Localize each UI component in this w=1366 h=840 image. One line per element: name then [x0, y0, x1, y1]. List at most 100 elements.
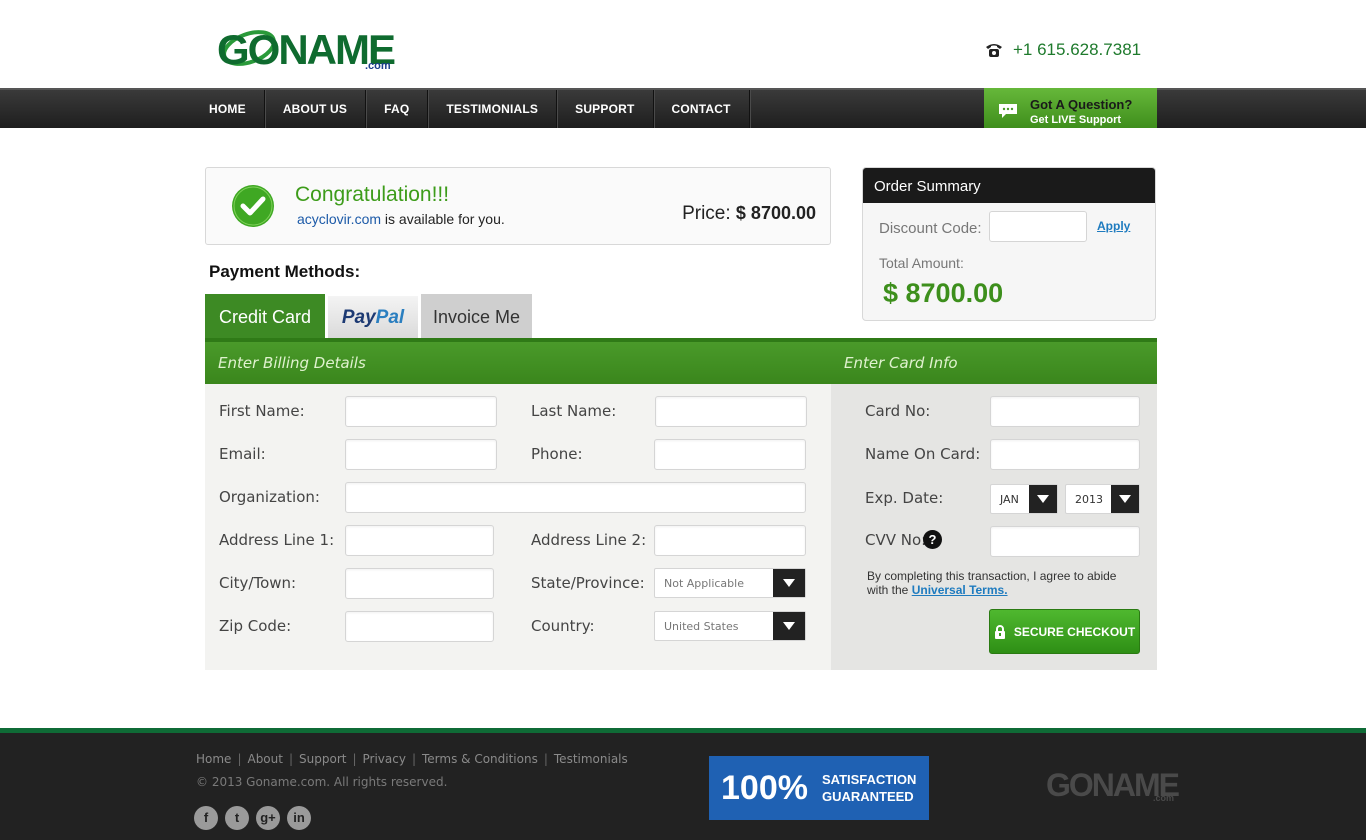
footer-link-home[interactable]: Home — [196, 752, 231, 766]
help-icon[interactable]: ? — [923, 530, 942, 549]
total-amount-value: $ 8700.00 — [883, 278, 1004, 308]
price: Price: $ 8700.00 — [682, 203, 816, 225]
satisfaction-badge: 100% SATISFACTION GUARANTEED — [709, 756, 929, 820]
country-select[interactable]: United States — [654, 611, 806, 641]
exp-year-select[interactable]: 2013 — [1065, 484, 1140, 514]
payment-methods-title: Payment Methods: — [209, 262, 361, 281]
facebook-icon[interactable]: f — [194, 806, 218, 830]
universal-terms-link[interactable]: Universal Terms. — [912, 583, 1008, 597]
country-selected-value: United States — [664, 620, 739, 633]
badge-text: SATISFACTION GUARANTEED — [821, 772, 917, 804]
logo[interactable]: GONAME .com — [217, 20, 402, 75]
secure-checkout-label: SECURE CHECKOUT — [1013, 624, 1136, 639]
chevron-down-icon — [773, 569, 805, 597]
state-select[interactable]: Not Applicable — [654, 568, 806, 598]
exp-date-label: Exp. Date: — [865, 489, 944, 507]
discount-code-label: Discount Code: — [879, 220, 982, 237]
logo-suffix: .com — [365, 60, 391, 72]
card-section-title: Enter Card Info — [844, 354, 958, 372]
billing-section-title: Enter Billing Details — [218, 354, 366, 372]
total-amount-label: Total Amount: — [879, 255, 964, 271]
chevron-down-icon — [1029, 485, 1057, 513]
exp-month-value: JAN — [1000, 493, 1019, 506]
apply-link[interactable]: Apply — [1097, 219, 1130, 233]
paypal-logo: PayPal — [341, 307, 405, 328]
state-selected-value: Not Applicable — [664, 577, 744, 590]
city-input[interactable] — [345, 568, 494, 599]
country-label: Country: — [531, 617, 595, 635]
nav-item-contact[interactable]: CONTACT — [654, 90, 750, 128]
address-line-1-label: Address Line 1: — [219, 531, 335, 549]
congratulation-title: Congratulation!!! — [295, 183, 450, 206]
domain-name: acyclovir.com — [297, 211, 382, 227]
name-on-card-label: Name On Card: — [865, 445, 981, 463]
congratulation-box: Congratulation!!! acyclovir.com is avail… — [205, 167, 831, 245]
footer-link-about[interactable]: About — [247, 752, 282, 766]
main-nav: HOME ABOUT US FAQ TESTIMONIALS SUPPORT C… — [0, 88, 1366, 128]
cvv-input[interactable] — [990, 526, 1140, 557]
header: GONAME .com +1 615.628.7381 — [0, 0, 1366, 88]
card-number-input[interactable] — [990, 396, 1140, 427]
footer-link-privacy[interactable]: Privacy — [363, 752, 406, 766]
last-name-label: Last Name: — [531, 402, 617, 420]
tab-invoice-me[interactable]: Invoice Me — [421, 294, 532, 340]
nav-item-home[interactable]: HOME — [205, 90, 265, 128]
card-number-label: Card No: — [865, 402, 931, 420]
phone-icon — [986, 44, 1002, 57]
footer-logo-suffix: .com — [1153, 793, 1175, 803]
zip-code-label: Zip Code: — [219, 617, 292, 635]
email-label: Email: — [219, 445, 266, 463]
phone-input[interactable] — [654, 439, 806, 470]
cvv-label: CVV No: — [865, 531, 927, 549]
social-links: f t g+ in — [194, 806, 318, 830]
organization-input[interactable] — [345, 482, 806, 513]
question-title: Got A Question? — [1030, 97, 1133, 112]
live-support-button[interactable]: Got A Question? Get LIVE Support — [984, 88, 1157, 128]
copyright: © 2013 Goname.com. All rights reserved. — [196, 775, 448, 789]
availability-message: is available for you. — [381, 211, 505, 227]
price-value: $ 8700.00 — [735, 203, 816, 223]
address-line-2-input[interactable] — [654, 525, 806, 556]
discount-code-input[interactable] — [989, 211, 1087, 242]
organization-label: Organization: — [219, 488, 320, 506]
question-subtitle: Get LIVE Support — [1030, 114, 1122, 126]
nav-item-about-us[interactable]: ABOUT US — [265, 90, 367, 128]
badge-percent: 100% — [721, 768, 808, 807]
nav-item-faq[interactable]: FAQ — [366, 90, 429, 128]
linkedin-icon[interactable]: in — [287, 806, 311, 830]
chat-bubble-icon — [999, 104, 1017, 118]
address-line-1-input[interactable] — [345, 525, 494, 556]
lock-icon — [994, 624, 1005, 639]
tab-paypal[interactable]: PayPal — [328, 296, 418, 340]
nav-item-testimonials[interactable]: TESTIMONIALS — [428, 90, 558, 128]
phone-number[interactable]: +1 615.628.7381 — [1013, 40, 1141, 60]
availability-text: acyclovir.com is available for you. — [297, 211, 505, 227]
secure-checkout-button[interactable]: SECURE CHECKOUT — [989, 609, 1140, 654]
order-summary: Order Summary Discount Code: Apply Total… — [862, 167, 1156, 321]
footer: Home | About | Support | Privacy | Terms & C… — [0, 728, 1366, 840]
google-plus-icon[interactable]: g+ — [256, 806, 280, 830]
first-name-input[interactable] — [345, 396, 497, 427]
terms-agreement-text: By completing this transaction, I agree … — [867, 569, 1117, 597]
state-label: State/Province: — [531, 574, 645, 592]
tab-credit-card[interactable]: Credit Card — [205, 294, 325, 340]
email-input[interactable] — [345, 439, 497, 470]
nav-item-support[interactable]: SUPPORT — [557, 90, 654, 128]
checkmark-icon — [232, 185, 274, 227]
phone-label: Phone: — [531, 445, 583, 463]
address-line-2-label: Address Line 2: — [531, 531, 647, 549]
footer-link-terms[interactable]: Terms & Conditions — [422, 752, 538, 766]
footer-link-testimonials[interactable]: Testimonials — [554, 752, 628, 766]
exp-year-value: 2013 — [1075, 493, 1103, 506]
zip-code-input[interactable] — [345, 611, 494, 642]
city-label: City/Town: — [219, 574, 297, 592]
form-section-header: Enter Billing Details Enter Card Info — [205, 338, 1157, 384]
footer-link-support[interactable]: Support — [299, 752, 346, 766]
order-summary-title: Order Summary — [863, 168, 1155, 203]
last-name-input[interactable] — [655, 396, 807, 427]
exp-month-select[interactable]: JAN — [990, 484, 1058, 514]
twitter-icon[interactable]: t — [225, 806, 249, 830]
chevron-down-icon — [773, 612, 805, 640]
name-on-card-input[interactable] — [990, 439, 1140, 470]
chevron-down-icon — [1111, 485, 1139, 513]
